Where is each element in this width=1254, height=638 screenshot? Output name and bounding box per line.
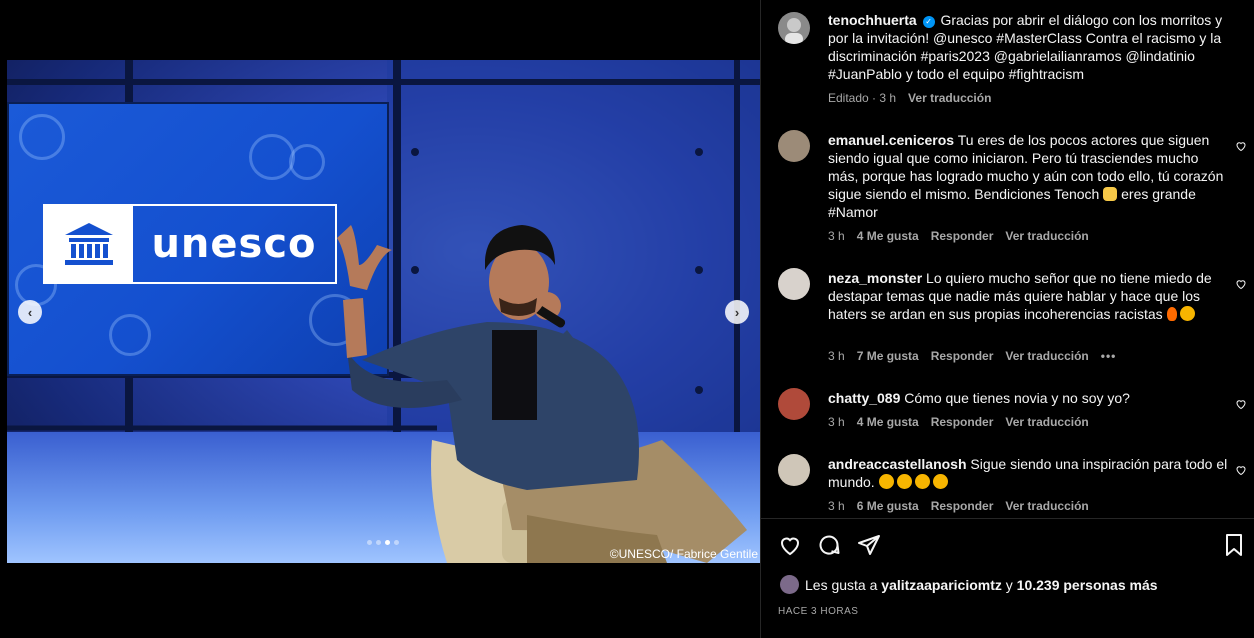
carousel-dot — [367, 540, 372, 545]
carousel-dot-active — [385, 540, 390, 545]
comment-username[interactable]: andreaccastellanosh — [828, 456, 967, 472]
comment-icon[interactable] — [817, 533, 841, 557]
comment-item: neza_monster Lo quiero mucho señor que n… — [828, 269, 1228, 323]
chevron-right-icon: › — [734, 304, 740, 320]
comment-avatar[interactable] — [778, 388, 810, 420]
likes-prefix: Les gusta a — [805, 577, 878, 593]
comment-item: emanuel.ceniceros Tu eres de los pocos a… — [828, 131, 1228, 221]
comment-meta: 3 h 4 Me gusta Responder Ver traducción — [828, 229, 1089, 243]
chevron-left-icon: ‹ — [27, 304, 33, 320]
comment-translate-link[interactable]: Ver traducción — [1005, 229, 1088, 243]
comment-likes[interactable]: 4 Me gusta — [857, 229, 919, 243]
likes-count[interactable]: 10.239 personas más — [1017, 577, 1158, 593]
comment-avatar[interactable] — [778, 130, 810, 162]
likes-user[interactable]: yalitzaapariciomtz — [881, 577, 1002, 593]
send-icon[interactable] — [857, 533, 881, 557]
caption-edited: Editado · 3 h — [828, 91, 897, 105]
carousel-next-button[interactable]: › — [725, 300, 749, 324]
author-avatar[interactable] — [778, 12, 810, 44]
comment-time: 3 h — [828, 229, 845, 243]
actions-divider — [761, 518, 1254, 519]
comment-username[interactable]: chatty_089 — [828, 390, 900, 406]
comment-like-heart-icon[interactable] — [1235, 398, 1247, 410]
comment-time: 3 h — [828, 499, 845, 513]
likes-summary[interactable]: Les gusta a yalitzaapariciomtz y 10.239 … — [805, 577, 1158, 593]
heart-eyes-emoji-icon — [932, 474, 948, 489]
carousel-dot — [394, 540, 399, 545]
comment-reply-button[interactable]: Responder — [931, 229, 994, 243]
carousel-prev-button[interactable]: ‹ — [18, 300, 42, 324]
comment-item: andreaccastellanosh Sigue siendo una ins… — [828, 455, 1228, 491]
heart-eyes-emoji-icon — [878, 474, 894, 489]
liker-avatar[interactable] — [780, 575, 799, 594]
likes-middle: y — [1005, 577, 1013, 593]
comment-time: 3 h — [828, 349, 845, 363]
post-photo[interactable]: unesco ‹ › ©UNESCO/ Fabrice Gentile — [7, 60, 760, 563]
clapping-hands-emoji-icon — [1103, 187, 1118, 201]
post-timestamp: HACE 3 HORAS — [778, 606, 859, 617]
comment-likes[interactable]: 4 Me gusta — [857, 415, 919, 429]
comment-like-heart-icon[interactable] — [1235, 140, 1247, 152]
carousel-indicator — [367, 540, 399, 545]
comment-likes[interactable]: 7 Me gusta — [857, 349, 919, 363]
comment-username[interactable]: emanuel.ceniceros — [828, 132, 954, 148]
comment-username[interactable]: neza_monster — [828, 270, 922, 286]
verified-badge-icon: ✓ — [922, 16, 935, 28]
caption-meta: Editado · 3 h Ver traducción — [828, 91, 991, 105]
comment-meta: 3 h 6 Me gusta Responder Ver traducción — [828, 499, 1089, 513]
caption-translate-link[interactable]: Ver traducción — [908, 91, 991, 105]
comment-more-options-icon[interactable]: ••• — [1101, 349, 1117, 363]
comment-time: 3 h — [828, 415, 845, 429]
comment-meta: 3 h 7 Me gusta Responder Ver traducción … — [828, 349, 1116, 363]
post-details-panel: tenochhuerta ✓ Gracias por abrir el diál… — [760, 0, 1254, 638]
author-username[interactable]: tenochhuerta — [828, 12, 917, 28]
comment-translate-link[interactable]: Ver traducción — [1005, 415, 1088, 429]
fire-emoji-icon — [1166, 307, 1177, 321]
heart-icon[interactable] — [777, 533, 803, 557]
post-caption: tenochhuerta ✓ Gracias por abrir el diál… — [828, 11, 1233, 83]
comment-like-heart-icon[interactable] — [1235, 278, 1247, 290]
bookmark-icon[interactable] — [1223, 533, 1245, 557]
comment-reply-button[interactable]: Responder — [931, 349, 994, 363]
comment-translate-link[interactable]: Ver traducción — [1005, 499, 1088, 513]
heart-eyes-emoji-icon — [1180, 306, 1196, 321]
carousel-dot — [376, 540, 381, 545]
comment-reply-button[interactable]: Responder — [931, 499, 994, 513]
comment-likes[interactable]: 6 Me gusta — [857, 499, 919, 513]
comment-avatar[interactable] — [778, 454, 810, 486]
photo-credit: ©UNESCO/ Fabrice Gentile — [609, 547, 758, 561]
comment-item: chatty_089 Cómo que tienes novia y no so… — [828, 389, 1228, 407]
comment-meta: 3 h 4 Me gusta Responder Ver traducción — [828, 415, 1089, 429]
comment-reply-button[interactable]: Responder — [931, 415, 994, 429]
heart-eyes-emoji-icon — [896, 474, 912, 489]
speaker-figure — [337, 225, 747, 563]
comment-text: Cómo que tienes novia y no soy yo? — [904, 390, 1130, 406]
comment-like-heart-icon[interactable] — [1235, 464, 1247, 476]
comment-avatar[interactable] — [778, 268, 810, 300]
heart-eyes-emoji-icon — [914, 474, 930, 489]
comment-translate-link[interactable]: Ver traducción — [1005, 349, 1088, 363]
